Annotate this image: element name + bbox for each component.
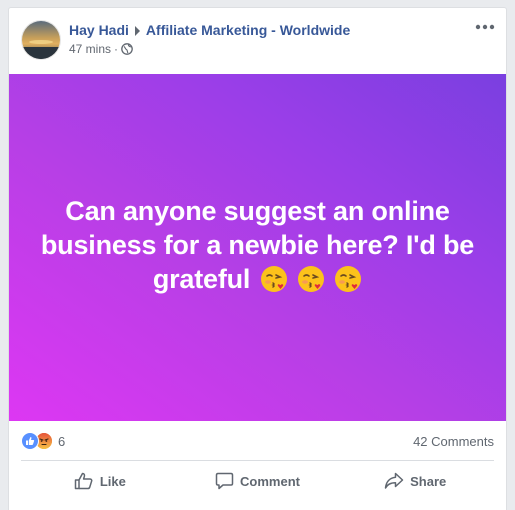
kissing-heart-emoji [260,266,287,292]
like-label: Like [99,473,126,489]
share-button[interactable]: Share [336,464,494,498]
caret-right-icon [134,26,140,36]
group-name[interactable]: Affiliate Marketing - Worldwide [146,22,350,38]
post-timestamp[interactable]: 47 mins [69,42,111,56]
kissing-heart-emoji [335,266,362,292]
reaction-summary[interactable]: 6 [21,432,65,450]
meta-separator: · [114,42,119,56]
action-bar: Like Comment Share [21,464,494,498]
author-name[interactable]: Hay Hadi [69,22,129,38]
post-header: Hay Hadi Affiliate Marketing - Worldwide … [9,8,506,74]
comment-label: Comment [240,473,300,489]
more-options-icon[interactable] [474,20,496,32]
post-card: Hay Hadi Affiliate Marketing - Worldwide … [8,7,507,510]
globe-icon[interactable] [121,43,133,58]
share-label: Share [410,473,447,489]
avatar[interactable] [21,20,61,60]
emoji-group [258,265,363,301]
divider [21,460,494,461]
post-background-text[interactable]: Can anyone suggest an online business fo… [9,74,506,421]
post-title: Hay Hadi Affiliate Marketing - Worldwide [69,22,350,38]
comments-count-link[interactable]: 42 Comments [413,434,494,449]
post-text-block: Can anyone suggest an online business fo… [38,194,478,301]
comment-bubble-icon [215,472,234,490]
post-stats: 6 42 Comments [21,430,494,454]
post-meta: 47 mins · [69,42,133,58]
comment-button[interactable]: Comment [179,464,337,498]
like-reaction-icon [21,432,39,450]
thumbs-up-icon [74,472,93,490]
reaction-count: 6 [58,433,66,449]
like-button[interactable]: Like [21,464,179,498]
share-arrow-icon [384,472,404,489]
kissing-heart-emoji [297,266,324,292]
